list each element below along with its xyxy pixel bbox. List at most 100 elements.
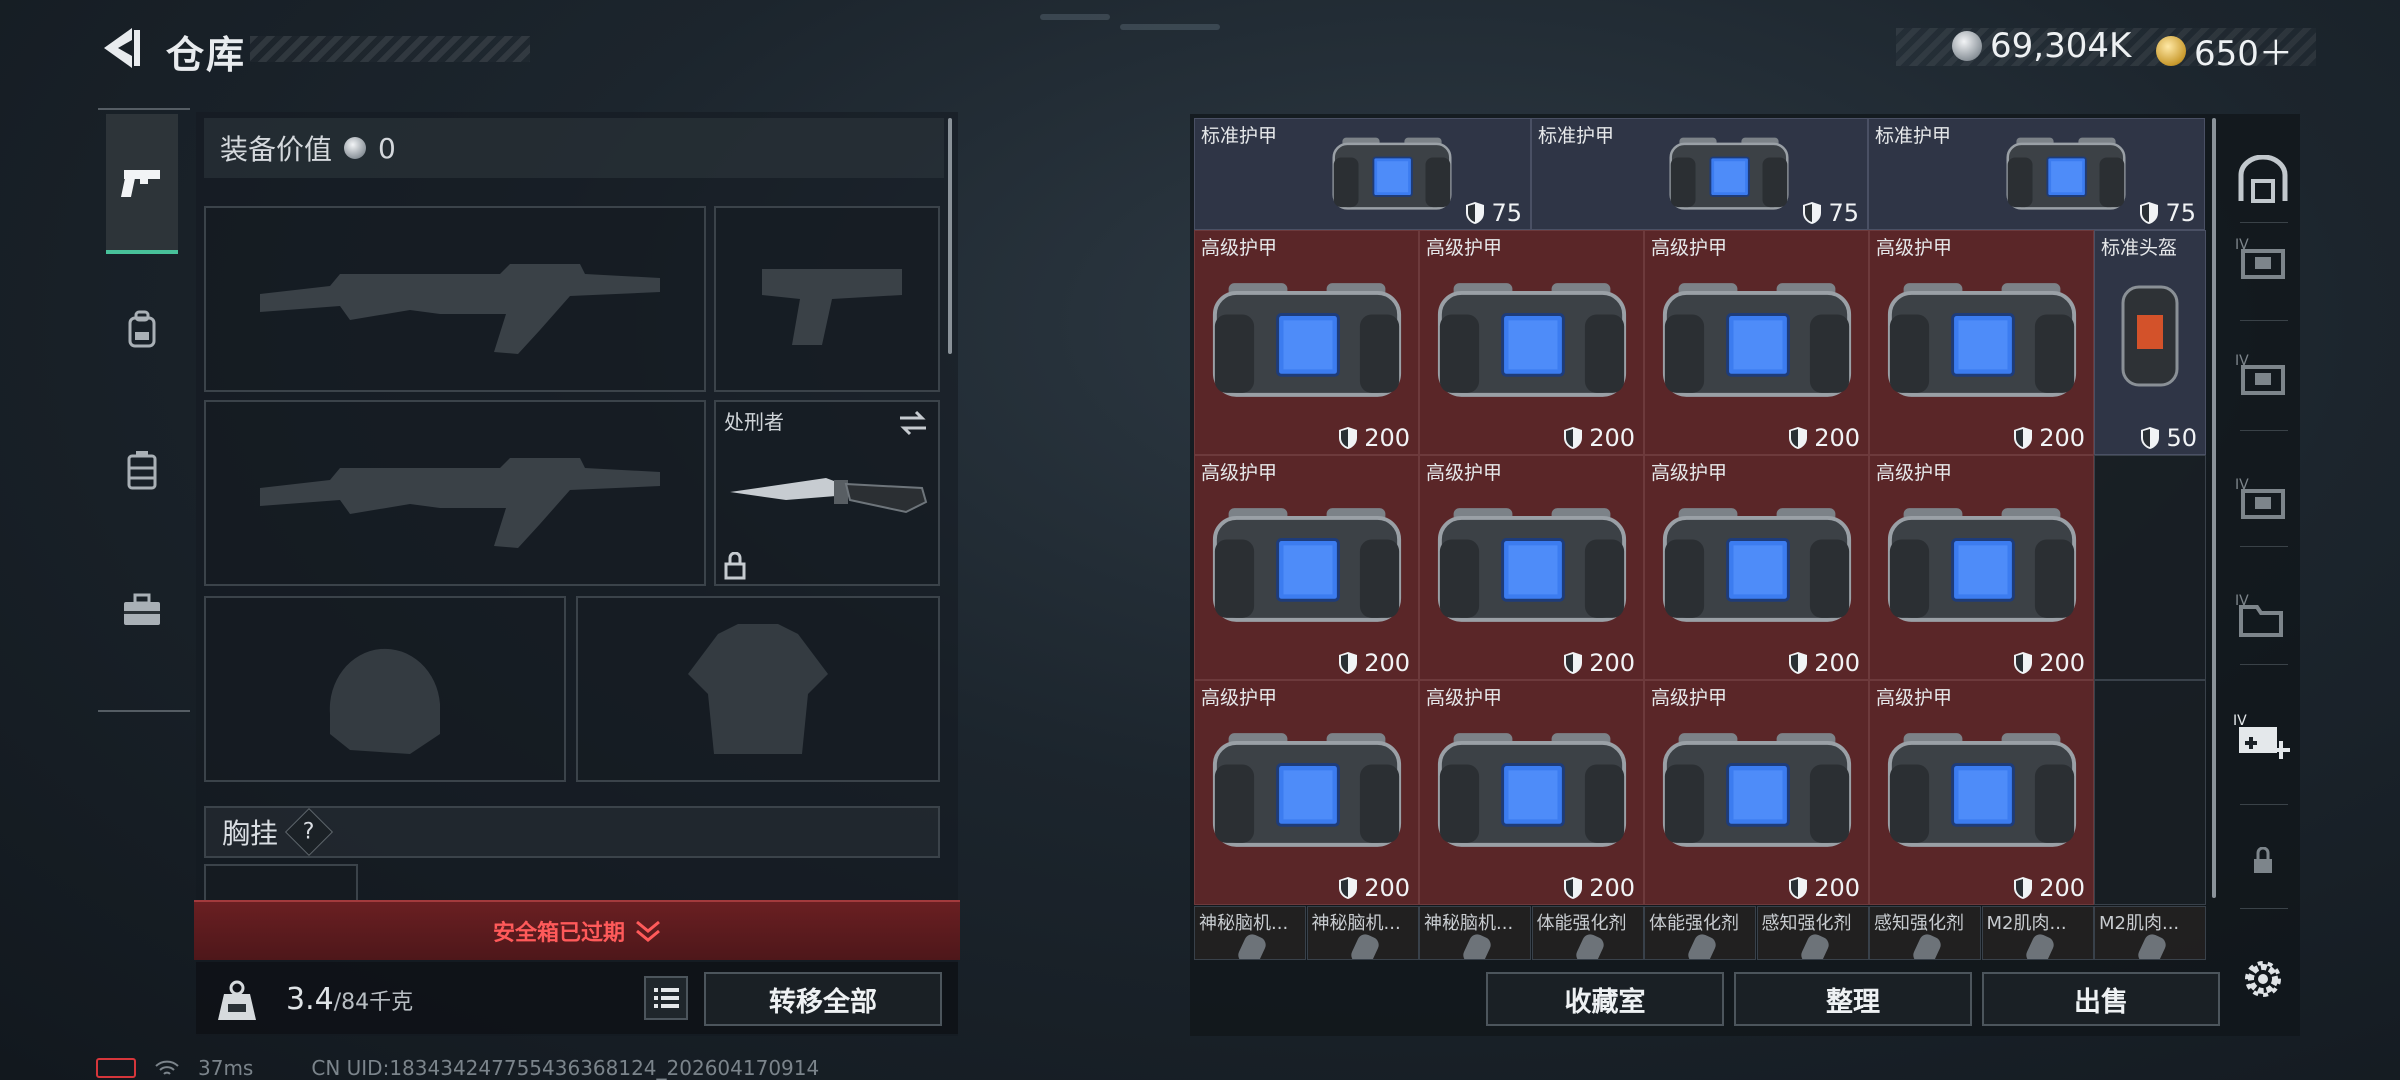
- primary-weapon-slot[interactable]: [204, 206, 706, 392]
- separator: [2240, 908, 2288, 909]
- storage-item-value-text: 75: [1828, 199, 1859, 227]
- storage-small-item[interactable]: 感知强化剂: [1756, 906, 1869, 960]
- storage-small-item[interactable]: 神秘脑机...: [1419, 906, 1531, 960]
- armor-bag-icon: [1331, 137, 1452, 210]
- storage-item-name: 高级护甲: [1201, 237, 1278, 259]
- gold-coin-icon: [2156, 35, 2186, 66]
- storage-item[interactable]: 标准护甲 75: [1531, 118, 1868, 230]
- help-button[interactable]: ?: [284, 807, 334, 857]
- storage-small-item[interactable]: 体能强化剂: [1531, 906, 1644, 960]
- storage-item-value: 75: [1465, 199, 1522, 227]
- armor-bag-icon: [1662, 283, 1852, 397]
- small-item-name: 神秘脑机...: [1199, 913, 1289, 934]
- storage-item[interactable]: 高级护甲 200: [1644, 455, 1869, 680]
- storage-item-name: 高级护甲: [1426, 237, 1503, 259]
- storage-item[interactable]: 高级护甲 200: [1194, 680, 1419, 905]
- small-item-name: 神秘脑机...: [1311, 913, 1401, 934]
- collection-room-button[interactable]: 收藏室: [1486, 972, 1724, 1026]
- loadout-scrollbar[interactable]: [948, 118, 952, 354]
- uid-text: CN UID:1834342477554363681​24_2026041709…: [311, 1056, 820, 1080]
- gold-currency[interactable]: 650＋: [2156, 26, 2293, 75]
- storage-item-value: 200: [1788, 649, 1860, 677]
- storage-item[interactable]: 高级护甲 200: [1419, 680, 1644, 905]
- storage-item[interactable]: 高级护甲 200: [1869, 455, 2094, 680]
- back-button[interactable]: [96, 22, 146, 74]
- settings-icon: [2245, 961, 2281, 997]
- storage-empty-cell[interactable]: [2094, 455, 2206, 680]
- storage-small-item[interactable]: 神秘脑机...: [1306, 906, 1419, 960]
- storage-item-value-text: 200: [1364, 649, 1410, 677]
- tab-vest[interactable]: [106, 400, 178, 540]
- storage-item[interactable]: 高级护甲 200: [1869, 230, 2094, 455]
- weight-current: 3.4: [286, 982, 334, 1017]
- safe-box-expired-bar[interactable]: 安全箱已过期: [194, 900, 960, 960]
- storage-small-items-row: 神秘脑机... 神秘脑机... 神秘脑机... 体能强化剂 体能强化剂 感知强化剂 感知强化…: [1194, 906, 2206, 960]
- gold-currency-value: 650＋: [2194, 34, 2293, 74]
- tab-weapons[interactable]: [106, 114, 178, 254]
- storage-scrollbar[interactable]: [2212, 118, 2216, 898]
- chest-rig-row[interactable]: 胸挂 ?: [204, 806, 940, 858]
- settings-button[interactable]: [2232, 948, 2294, 1010]
- armor-slot[interactable]: [576, 596, 940, 782]
- back-arrow-icon: [104, 28, 140, 68]
- separator: [2240, 430, 2288, 431]
- secondary-weapon-slot[interactable]: [714, 206, 940, 392]
- list-view-button[interactable]: [644, 976, 688, 1020]
- storage-small-item[interactable]: M2肌肉...: [1981, 906, 2094, 960]
- separator: [2240, 222, 2288, 223]
- storage-item[interactable]: 高级护甲 200: [1869, 680, 2094, 905]
- helmet-slot[interactable]: [204, 596, 566, 782]
- storage-item-value-text: 200: [1814, 424, 1860, 452]
- storage-empty-cell[interactable]: [2094, 680, 2206, 905]
- storage-small-item[interactable]: 体能强化剂: [1644, 906, 1756, 960]
- svg-text:IV: IV: [2233, 713, 2247, 729]
- storage-box-tab-1[interactable]: IV: [2232, 228, 2294, 290]
- shield-icon: [1466, 202, 1485, 224]
- storage-box-tab-2[interactable]: IV: [2232, 344, 2294, 406]
- storage-item-name: 高级护甲: [1426, 687, 1503, 709]
- vial-icon: [1573, 931, 1606, 959]
- shield-icon: [2140, 202, 2159, 224]
- swap-icon[interactable]: [898, 410, 928, 436]
- armor-bag-icon: [1662, 508, 1852, 622]
- add-storage-button[interactable]: IV: [2232, 706, 2294, 768]
- storage-item-value: 200: [2013, 424, 2085, 452]
- pistol-silhouette-icon: [762, 269, 902, 345]
- storage-item[interactable]: 高级护甲 200: [1419, 230, 1644, 455]
- armor-bag-icon: [1437, 733, 1627, 847]
- storage-item[interactable]: 标准护甲 75: [1194, 118, 1531, 230]
- separator: [2240, 664, 2288, 665]
- storage-item[interactable]: 高级护甲 200: [1194, 455, 1419, 680]
- chest-rig-label: 胸挂: [222, 817, 279, 850]
- small-item-name: 体能强化剂: [1536, 913, 1627, 934]
- storage-folder-iv-icon: IV: [2235, 593, 2283, 637]
- storage-item[interactable]: 高级护甲 200: [1419, 455, 1644, 680]
- sell-button[interactable]: 出售: [1982, 972, 2220, 1026]
- armor-bag-icon: [1212, 733, 1402, 847]
- storage-small-item[interactable]: 神秘脑机...: [1194, 906, 1306, 960]
- tab-briefcase[interactable]: [106, 540, 178, 680]
- storage-item[interactable]: 标准头盔 50: [2094, 230, 2206, 455]
- storage-small-item[interactable]: M2肌肉...: [2094, 906, 2206, 960]
- storage-item[interactable]: 高级护甲 200: [1194, 230, 1419, 455]
- chest-rig-slot[interactable]: [204, 864, 358, 900]
- locked-storage-tab[interactable]: [2232, 830, 2294, 892]
- backpack-icon: [128, 310, 156, 348]
- storage-item[interactable]: 标准护甲 75: [1868, 118, 2205, 230]
- storage-item-value: 200: [1563, 649, 1635, 677]
- storage-folder-tab[interactable]: IV: [2232, 584, 2294, 646]
- storage-item[interactable]: 高级护甲 200: [1644, 680, 1869, 905]
- armor-bag-icon: [1668, 137, 1789, 210]
- melee-weapon-slot[interactable]: 处刑者: [714, 400, 940, 586]
- storage-item[interactable]: 高级护甲 200: [1644, 230, 1869, 455]
- tab-backpack[interactable]: [106, 260, 178, 400]
- second-primary-weapon-slot[interactable]: [204, 400, 706, 586]
- storage-home-tab[interactable]: [2232, 148, 2294, 210]
- silver-currency[interactable]: 69,304K: [1952, 26, 2131, 66]
- silver-currency-value: 69,304K: [1990, 26, 2132, 66]
- storage-box-tab-3[interactable]: IV: [2232, 468, 2294, 530]
- storage-small-item[interactable]: 感知强化剂: [1869, 906, 1981, 960]
- storage-item-value: 50: [2140, 424, 2197, 452]
- sort-button[interactable]: 整理: [1734, 972, 1972, 1026]
- transfer-all-button[interactable]: 转移全部: [704, 972, 942, 1026]
